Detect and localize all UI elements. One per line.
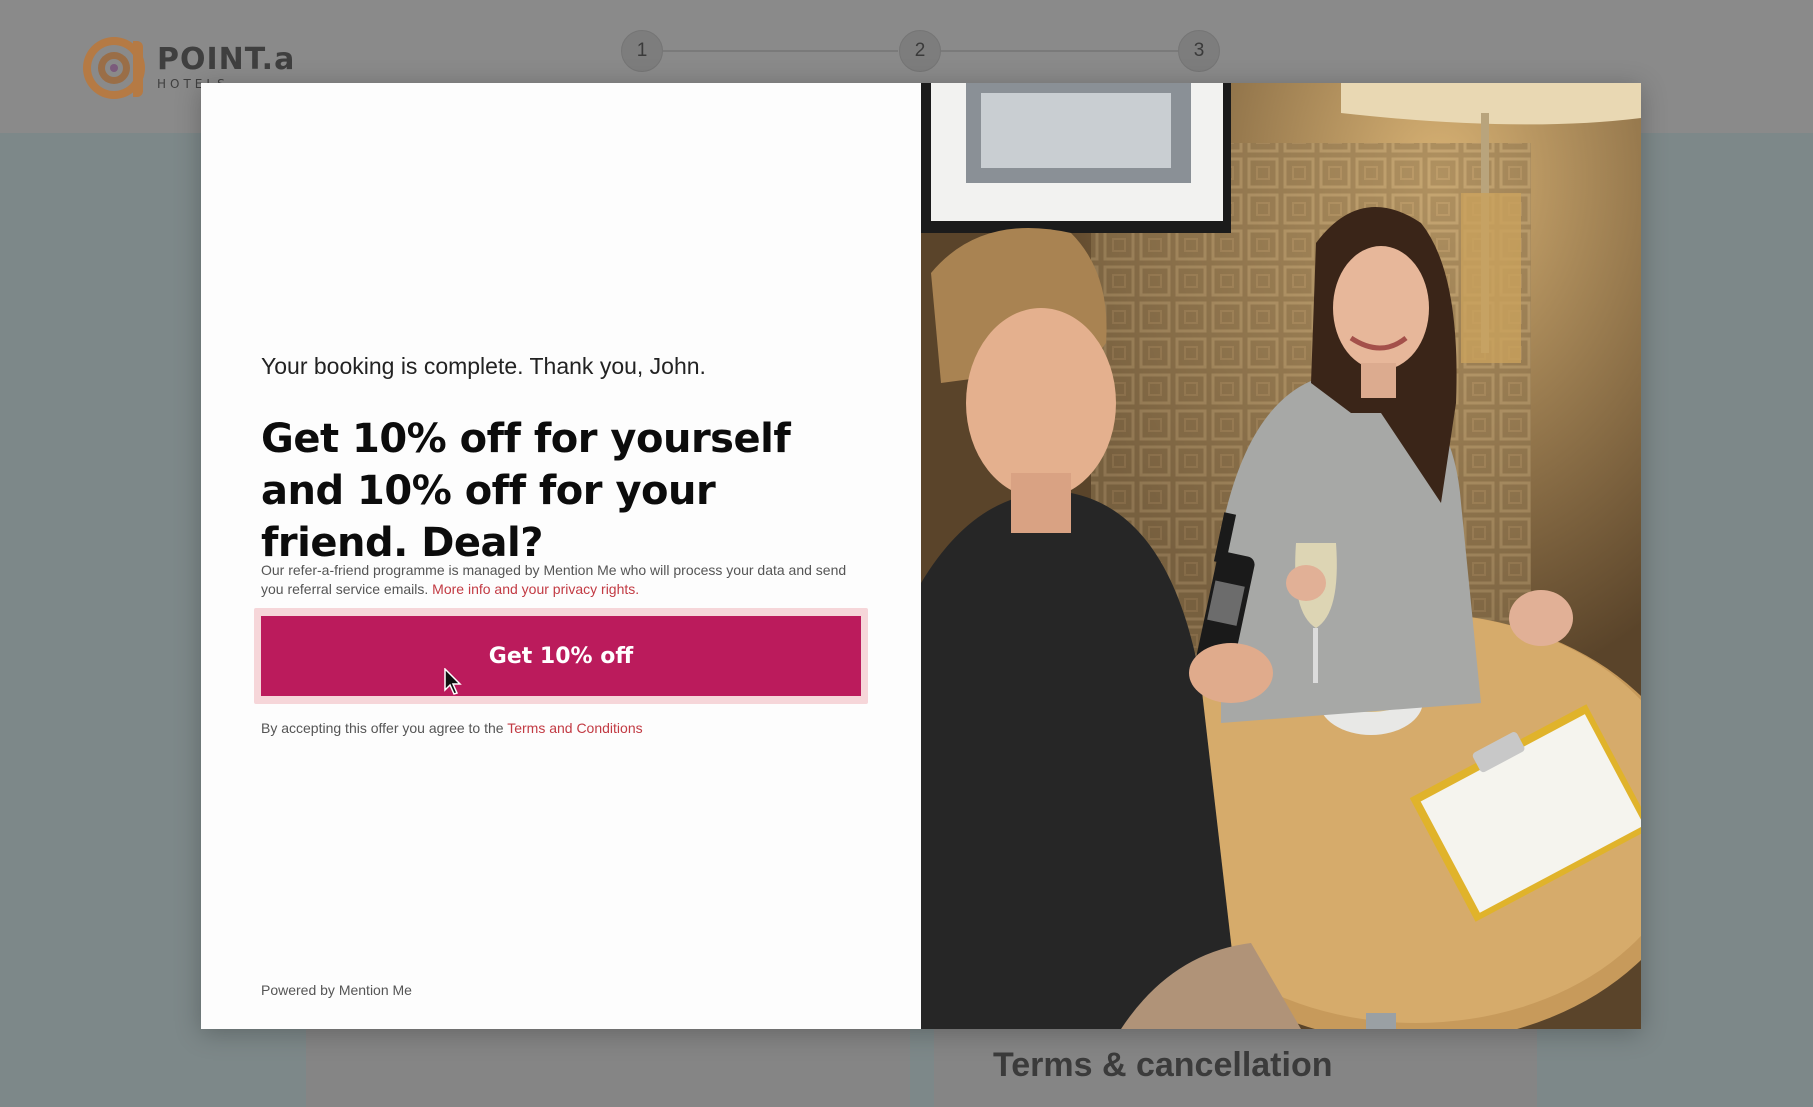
referral-modal: Your booking is complete. Thank you, Joh… — [201, 83, 1641, 1029]
section-title: Terms & cancellation — [993, 1046, 1333, 1084]
photo-illustration — [921, 83, 1641, 1029]
steps-connector — [941, 50, 1178, 52]
modal-content: Your booking is complete. Thank you, Joh… — [201, 83, 921, 1029]
logo-name: POINT.a — [157, 42, 296, 77]
lifestyle-photo — [921, 83, 1641, 1029]
terms-link[interactable]: Terms and Conditions — [507, 720, 642, 736]
mouse-cursor-icon — [444, 668, 462, 695]
step-3[interactable]: 3 — [1178, 30, 1220, 72]
get-discount-button[interactable]: Get 10% off — [261, 616, 861, 696]
terms-notice: By accepting this offer you agree to the… — [261, 720, 643, 736]
step-2[interactable]: 2 — [899, 30, 941, 72]
logo-mark-icon — [83, 37, 145, 99]
steps-connector — [663, 50, 898, 52]
offer-headline: Get 10% off for yourself and 10% off for… — [261, 416, 791, 566]
powered-by: Powered by Mention Me — [261, 982, 412, 998]
step-1[interactable]: 1 — [621, 30, 663, 72]
cta-highlight: Get 10% off — [254, 608, 868, 704]
privacy-link[interactable]: More info and your privacy rights. — [432, 581, 639, 597]
privacy-disclaimer: Our refer-a-friend programme is managed … — [261, 561, 861, 599]
terms-prefix: By accepting this offer you agree to the — [261, 720, 504, 736]
background-card-left — [306, 1020, 910, 1107]
booking-confirmation: Your booking is complete. Thank you, Joh… — [261, 353, 706, 379]
